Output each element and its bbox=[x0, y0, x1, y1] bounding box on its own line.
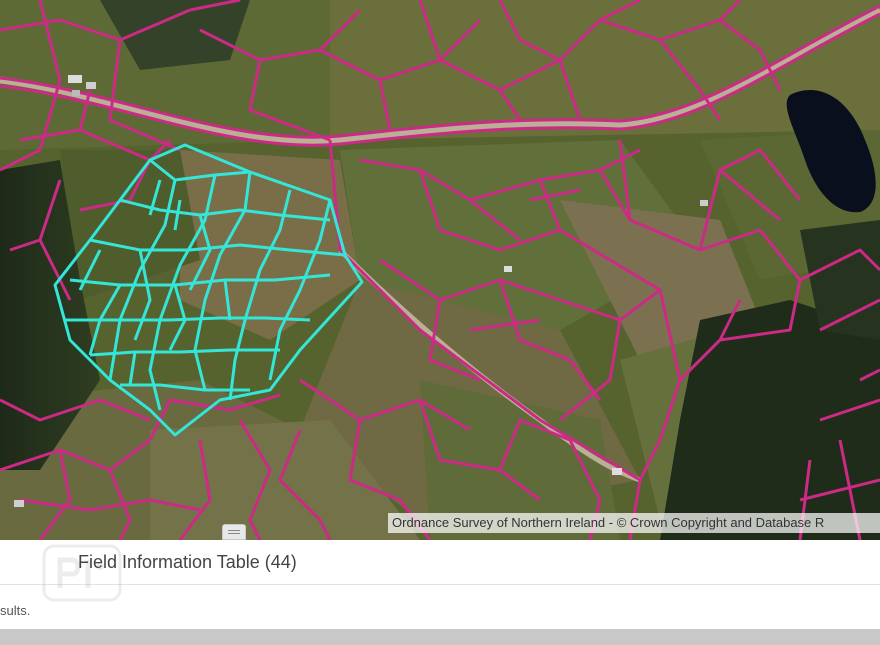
map-attribution: Ordnance Survey of Northern Ireland - © … bbox=[388, 513, 880, 533]
horizontal-scrollbar[interactable] bbox=[0, 629, 880, 645]
panel-title: Field Information Table (44) bbox=[78, 552, 297, 572]
panel-resize-handle[interactable] bbox=[222, 524, 246, 540]
map-view[interactable]: Ordnance Survey of Northern Ireland - © … bbox=[0, 0, 880, 540]
results-status-text: sults. bbox=[0, 603, 31, 618]
panel-header: Field Information Table (44) bbox=[0, 540, 880, 602]
app-window: Ordnance Survey of Northern Ireland - © … bbox=[0, 0, 880, 645]
field-information-panel: Field Information Table (44) sults. bbox=[0, 540, 880, 645]
map-canvas[interactable] bbox=[0, 0, 880, 540]
grip-line bbox=[228, 533, 240, 534]
grip-line bbox=[228, 530, 240, 531]
